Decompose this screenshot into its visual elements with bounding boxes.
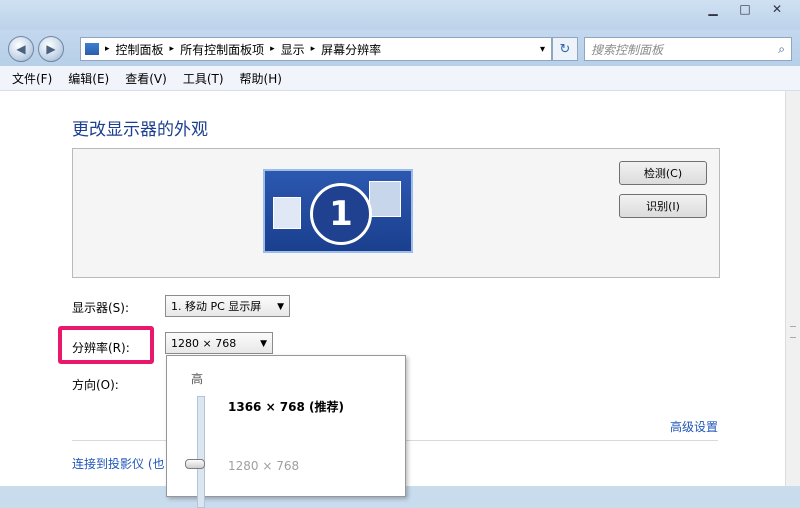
orientation-label: 方向(O): — [72, 378, 119, 392]
maximize-icon[interactable]: □ — [732, 0, 758, 18]
breadcrumb-all-items[interactable]: 所有控制面板项 — [180, 41, 264, 58]
menu-edit[interactable]: 编辑(E) — [68, 70, 109, 87]
resolution-dropdown: 高 1366 × 768 (推荐) 1280 × 768 — [166, 355, 406, 508]
menu-bar: 文件(F) 编辑(E) 查看(V) 工具(T) 帮助(H) — [0, 66, 800, 91]
chevron-down-icon: ▼ — [277, 302, 284, 312]
page-title: 更改显示器的外观 — [72, 120, 208, 140]
breadcrumb-separator: ▸ — [105, 44, 110, 54]
search-box[interactable]: 搜索控制面板 ⌕ — [584, 37, 792, 61]
address-bar[interactable]: ▸ 控制面板 ▸ 所有控制面板项 ▸ 显示 ▸ 屏幕分辨率 ▾ — [80, 37, 552, 61]
menu-view[interactable]: 查看(V) — [125, 70, 167, 87]
address-dropdown-icon[interactable]: ▾ — [540, 44, 545, 55]
menu-help[interactable]: 帮助(H) — [240, 70, 282, 87]
breadcrumb-control-panel[interactable]: 控制面板 — [116, 41, 164, 58]
refresh-button[interactable]: ↻ — [552, 37, 578, 61]
window-thumbnail-icon — [369, 181, 401, 217]
display-select[interactable]: 1. 移动 PC 显示屏 ▼ — [165, 295, 290, 317]
refresh-icon: ↻ — [559, 41, 571, 57]
slider-high-label: 高 — [191, 372, 204, 386]
display-select-value: 1. 移动 PC 显示屏 — [171, 300, 262, 313]
back-button[interactable]: ◀ — [8, 36, 34, 62]
search-input[interactable]: 搜索控制面板 — [591, 41, 663, 58]
display-label: 显示器(S): — [72, 301, 130, 315]
breadcrumb-separator: ▸ — [310, 44, 316, 54]
arrow-right-icon: ▶ — [46, 42, 56, 56]
projector-link[interactable]: 连接到投影仪 (也 — [72, 455, 165, 472]
window-title-bar: ▁ □ ✕ — [0, 0, 800, 30]
search-icon: ⌕ — [778, 41, 785, 56]
navigation-bar: ◀ ▶ ▸ 控制面板 ▸ 所有控制面板项 ▸ 显示 ▸ 屏幕分辨率 ▾ ↻ 搜索… — [0, 30, 800, 66]
monitor-preview[interactable]: 1 — [263, 169, 413, 253]
main-content: 更改显示器的外观 1 检测(C) 识别(I) 显示器(S): 1. 移动 PC … — [0, 91, 786, 508]
window-controls: ▁ □ ✕ — [700, 0, 790, 18]
breadcrumb-display[interactable]: 显示 — [281, 41, 305, 58]
resolution-option-current[interactable]: 1280 × 768 — [228, 459, 299, 473]
resolution-slider-thumb[interactable] — [185, 459, 205, 469]
chevron-down-icon: ▼ — [260, 339, 267, 349]
breadcrumb-screen-resolution[interactable]: 屏幕分辨率 — [321, 41, 381, 58]
resolution-option-recommended[interactable]: 1366 × 768 (推荐) — [228, 398, 344, 415]
identify-button[interactable]: 识别(I) — [619, 194, 707, 218]
monitor-preview-area: 1 检测(C) 识别(I) — [72, 148, 720, 278]
arrow-left-icon: ◀ — [16, 42, 26, 56]
forward-button[interactable]: ▶ — [38, 36, 64, 62]
minimize-icon[interactable]: ▁ — [700, 0, 726, 18]
advanced-settings-link[interactable]: 高级设置 — [670, 418, 718, 435]
vertical-scrollbar[interactable] — [785, 91, 800, 486]
resolution-select[interactable]: 1280 × 768 ▼ — [165, 332, 273, 354]
breadcrumb-separator: ▸ — [169, 44, 175, 54]
monitor-number: 1 — [310, 183, 372, 245]
close-icon[interactable]: ✕ — [764, 0, 790, 18]
menu-file[interactable]: 文件(F) — [12, 70, 52, 87]
breadcrumb-separator: ▸ — [270, 44, 275, 54]
resolution-select-value: 1280 × 768 — [171, 336, 237, 350]
resolution-label: 分辨率(R): — [72, 341, 130, 355]
window-thumbnail-icon — [273, 197, 301, 229]
detect-button[interactable]: 检测(C) — [619, 161, 707, 185]
control-panel-icon — [85, 43, 99, 55]
resolution-slider-track[interactable] — [197, 396, 205, 508]
menu-tools[interactable]: 工具(T) — [183, 70, 224, 87]
scroll-grip-icon — [790, 326, 796, 338]
